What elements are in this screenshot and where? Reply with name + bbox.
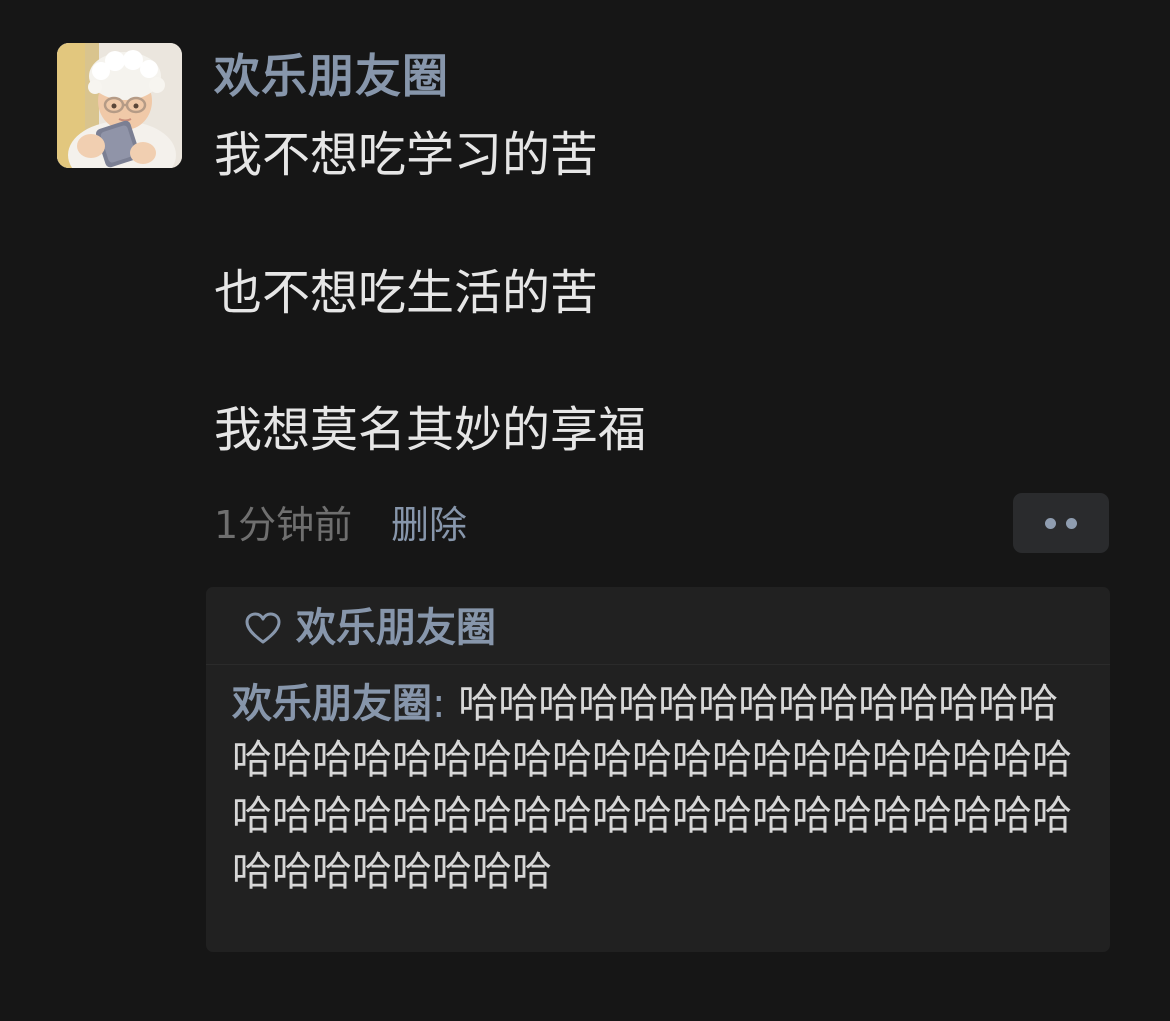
comment-item[interactable]: 欢乐朋友圈: 哈哈哈哈哈哈哈哈哈哈哈哈哈哈哈哈哈哈哈哈哈哈哈哈哈哈哈哈哈哈哈哈哈… <box>232 676 1098 900</box>
comment-author[interactable]: 欢乐朋友圈 <box>232 681 432 727</box>
post-text-line: 我不想吃学习的苦 <box>214 127 599 183</box>
likes-row: 欢乐朋友圈 <box>244 601 496 655</box>
avatar-photo <box>57 43 182 168</box>
comment-separator: : <box>432 681 446 727</box>
delete-link[interactable]: 删除 <box>391 498 467 552</box>
avatar[interactable] <box>57 43 182 168</box>
moments-post: 欢乐朋友圈 我不想吃学习的苦 也不想吃生活的苦 我想莫名其妙的享福 1分钟前 删… <box>0 0 1170 1021</box>
more-dots-icon <box>1045 518 1056 529</box>
post-timestamp: 1分钟前 <box>214 503 353 547</box>
liker-name[interactable]: 欢乐朋友圈 <box>296 601 496 655</box>
post-text-line: 我想莫名其妙的享福 <box>214 402 647 458</box>
more-actions-button[interactable] <box>1013 493 1109 553</box>
post-text-line: 也不想吃生活的苦 <box>214 265 599 321</box>
likes-comments-panel: 欢乐朋友圈 欢乐朋友圈: 哈哈哈哈哈哈哈哈哈哈哈哈哈哈哈哈哈哈哈哈哈哈哈哈哈哈哈… <box>206 587 1110 952</box>
panel-divider <box>206 664 1110 665</box>
more-dots-icon <box>1066 518 1077 529</box>
heart-outline-icon <box>245 612 281 644</box>
post-author-name[interactable]: 欢乐朋友圈 <box>214 46 449 106</box>
